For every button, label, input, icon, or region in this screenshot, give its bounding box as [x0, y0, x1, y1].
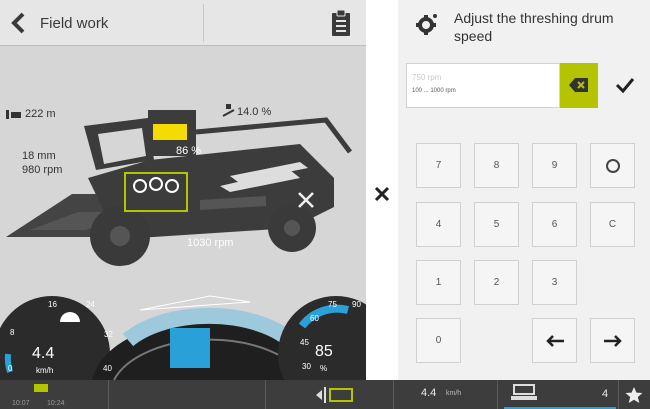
dashboard: 8 16 24 32 40 0 4.4 km/h 75 90 60 45 30 …: [0, 280, 366, 380]
engine-load-readout: 85: [315, 343, 333, 360]
engine-scale-label: 45: [300, 338, 309, 347]
status-speed: 4.4: [421, 387, 437, 399]
distance-icon: [6, 110, 21, 119]
speed-readout: 4.4: [32, 345, 55, 362]
key-6[interactable]: 6: [532, 202, 577, 247]
backspace-button[interactable]: [560, 63, 598, 108]
panel-heading: Adjust the threshing drum speed: [454, 10, 614, 44]
battery-icon: [34, 384, 48, 392]
page-title: Field work: [40, 15, 109, 32]
slope-value: 14.0 %: [237, 106, 272, 118]
keypad-panel: Adjust the threshing drum speed 750 rpm …: [366, 0, 650, 380]
key-4[interactable]: 4: [416, 202, 461, 247]
gear-icon: [416, 14, 437, 35]
dashboard-gauges: [0, 295, 366, 380]
key-1[interactable]: 1: [416, 260, 461, 305]
key-3[interactable]: 3: [532, 260, 577, 305]
key-5[interactable]: 5: [474, 202, 519, 247]
key-8[interactable]: 8: [474, 143, 519, 188]
reset-icon: [605, 158, 620, 173]
clipboard-icon[interactable]: [330, 9, 352, 37]
speed-scale-label: 32: [104, 330, 113, 339]
back-arrow-icon[interactable]: [6, 10, 32, 36]
reset-button[interactable]: [590, 143, 635, 188]
close-icon[interactable]: [374, 186, 390, 202]
header-width-icon[interactable]: [316, 386, 354, 404]
speed-scale-label: 8: [10, 328, 15, 337]
threshing-drum-indicator[interactable]: [124, 172, 188, 212]
engine-scale-label: 30: [302, 362, 311, 371]
grain-tank-value: 86 %: [176, 145, 202, 157]
star-icon[interactable]: [625, 386, 643, 404]
key-7[interactable]: 7: [416, 143, 461, 188]
machine-status-icon[interactable]: [511, 384, 537, 402]
arrow-right-icon: [603, 334, 622, 347]
distance-value: 222 m: [25, 108, 56, 120]
key-9[interactable]: 9: [532, 143, 577, 188]
speed-scale-label: 0: [8, 364, 13, 373]
status-divider: [108, 380, 109, 409]
status-time-right: 10:24: [47, 400, 65, 407]
confirm-button[interactable]: [598, 63, 650, 108]
clear-button[interactable]: C: [590, 202, 635, 247]
concave-gap-value: 18 mm: [22, 150, 56, 162]
engine-scale-label: 75: [328, 300, 337, 309]
rotor-speed-value: 980 rpm: [22, 164, 63, 176]
arrow-left-icon: [545, 334, 564, 347]
slope-icon: [222, 104, 235, 117]
machine-view: Field work 222 m 14.0 % 18 mm 980 rpm 86…: [0, 0, 366, 280]
header-bar: Field work: [0, 0, 366, 46]
range-hint: 100 ... 1000 rpm: [412, 88, 456, 94]
input-placeholder: 750 rpm: [412, 73, 442, 82]
speed-unit: km/h: [36, 366, 54, 375]
speed-scale-label: 24: [86, 300, 95, 309]
rotor-cross-icon: [298, 192, 314, 208]
status-speed-unit: km/h: [446, 390, 462, 397]
status-divider: [393, 380, 394, 409]
key-0[interactable]: 0: [416, 318, 461, 363]
engine-scale-label: 60: [310, 314, 319, 323]
arrow-right-button[interactable]: [590, 318, 635, 363]
status-divider: [497, 380, 498, 409]
status-bar: 10:07 10:24 4.4 km/h 4: [0, 380, 650, 409]
rpm-input-field[interactable]: 750 rpm 100 ... 1000 rpm: [406, 63, 560, 108]
header-divider: [203, 4, 204, 42]
engine-load-unit: %: [320, 364, 328, 373]
engine-scale-label: 90: [352, 300, 361, 309]
status-count: 4: [602, 388, 609, 400]
speed-scale-label: 16: [48, 300, 57, 309]
grain-tank-indicator: [150, 112, 190, 142]
status-divider: [618, 380, 619, 409]
drum-speed-value: 1030 rpm: [187, 237, 234, 249]
arrow-left-button[interactable]: [532, 318, 577, 363]
close-column: [366, 0, 398, 380]
checkmark-icon: [615, 78, 635, 94]
status-divider: [265, 380, 266, 409]
backspace-icon: [569, 78, 588, 92]
key-2[interactable]: 2: [474, 260, 519, 305]
speed-scale-label: 40: [103, 364, 112, 373]
status-time-left: 10:07: [12, 400, 30, 407]
